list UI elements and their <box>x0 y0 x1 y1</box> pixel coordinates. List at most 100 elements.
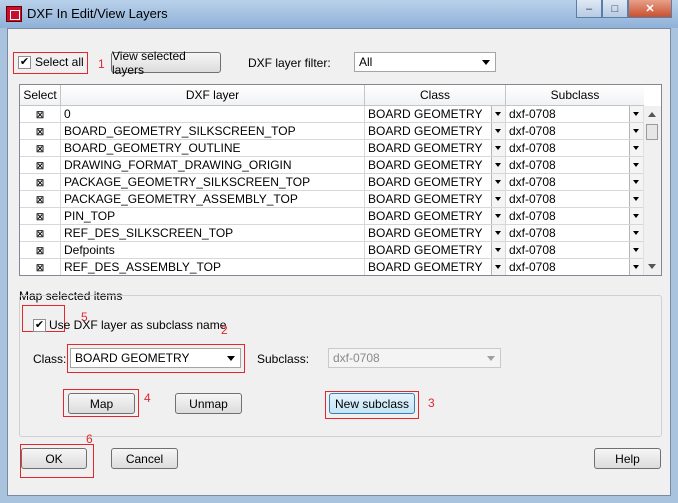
row-select-cell[interactable]: ☒ <box>20 208 61 225</box>
subclass-cell[interactable]: dxf-0708 <box>506 208 644 225</box>
subclass-cell[interactable]: dxf-0708 <box>506 140 644 157</box>
subclass-cell[interactable]: dxf-0708 <box>506 174 644 191</box>
class-select[interactable]: BOARD GEOMETRY <box>70 348 241 368</box>
minimize-icon[interactable]: ‒ <box>576 0 602 18</box>
table-row[interactable]: ☒ Defpoints BOARD GEOMETRY dxf-0708 <box>20 242 650 259</box>
new-subclass-button[interactable]: New subclass <box>329 393 415 414</box>
row-select-cell[interactable]: ☒ <box>20 242 61 259</box>
class-cell[interactable]: BOARD GEOMETRY <box>365 106 506 123</box>
class-cell-value: BOARD GEOMETRY <box>368 209 483 223</box>
scroll-down-icon[interactable] <box>648 264 656 269</box>
row-select-cell[interactable]: ☒ <box>20 157 61 174</box>
subclass-select[interactable]: dxf-0708 <box>328 348 501 368</box>
chevron-down-icon[interactable] <box>629 259 643 275</box>
row-select-cell[interactable]: ☒ <box>20 106 61 123</box>
scroll-up-icon[interactable] <box>648 112 656 117</box>
row-select-checkbox-icon[interactable]: ☒ <box>36 145 45 154</box>
chevron-down-icon[interactable] <box>491 123 505 139</box>
class-cell[interactable]: BOARD GEOMETRY <box>365 140 506 157</box>
ok-button[interactable]: OK <box>21 448 87 469</box>
chevron-down-icon[interactable] <box>629 242 643 258</box>
subclass-cell[interactable]: dxf-0708 <box>506 157 644 174</box>
select-all-checkbox[interactable]: ✔ <box>18 56 31 69</box>
row-select-checkbox-icon[interactable]: ☒ <box>36 213 45 222</box>
chevron-down-icon[interactable] <box>629 140 643 156</box>
class-cell[interactable]: BOARD GEOMETRY <box>365 242 506 259</box>
app-icon <box>6 6 22 22</box>
maximize-icon[interactable]: □ <box>602 0 628 18</box>
cancel-button[interactable]: Cancel <box>111 448 178 469</box>
subclass-cell[interactable]: dxf-0708 <box>506 242 644 259</box>
chevron-down-icon[interactable] <box>629 208 643 224</box>
chevron-down-icon[interactable] <box>629 174 643 190</box>
dxf-layer-cell: PACKAGE_GEOMETRY_SILKSCREEN_TOP <box>61 174 365 191</box>
table-row[interactable]: ☒ BOARD_GEOMETRY_OUTLINE BOARD GEOMETRY dxf… <box>20 140 650 157</box>
view-selected-layers-button[interactable]: View selected layers <box>111 49 221 77</box>
scroll-thumb[interactable] <box>646 124 658 140</box>
column-header-subclass[interactable]: Subclass <box>506 85 644 106</box>
chevron-down-icon[interactable] <box>629 191 643 207</box>
subclass-cell[interactable]: dxf-0708 <box>506 123 644 140</box>
column-header-class[interactable]: Class <box>365 85 506 106</box>
row-select-cell[interactable]: ☒ <box>20 191 61 208</box>
row-select-checkbox-icon[interactable]: ☒ <box>36 162 45 171</box>
dxf-layer-cell: Defpoints <box>61 242 365 259</box>
row-select-checkbox-icon[interactable]: ☒ <box>36 264 45 273</box>
help-button[interactable]: Help <box>594 448 661 469</box>
row-select-checkbox-icon[interactable]: ☒ <box>36 230 45 239</box>
row-select-checkbox-icon[interactable]: ☒ <box>36 128 45 137</box>
subclass-cell[interactable]: dxf-0708 <box>506 259 644 275</box>
table-row[interactable]: ☒ 0 BOARD GEOMETRY dxf-0708 <box>20 106 650 123</box>
chevron-down-icon[interactable] <box>491 174 505 190</box>
subclass-cell[interactable]: dxf-0708 <box>506 225 644 242</box>
chevron-down-icon[interactable] <box>629 225 643 241</box>
chevron-down-icon[interactable] <box>491 157 505 173</box>
table-row[interactable]: ☒ PACKAGE_GEOMETRY_ASSEMBLY_TOP BOARD GEOM… <box>20 191 650 208</box>
row-select-cell[interactable]: ☒ <box>20 123 61 140</box>
chevron-down-icon[interactable] <box>491 191 505 207</box>
chevron-down-icon[interactable] <box>491 259 505 275</box>
chevron-down-icon[interactable] <box>629 106 643 122</box>
chevron-down-icon[interactable] <box>629 157 643 173</box>
row-select-cell[interactable]: ☒ <box>20 259 61 275</box>
row-select-checkbox-icon[interactable]: ☒ <box>36 179 45 188</box>
grid-scrollbar[interactable] <box>643 106 661 275</box>
class-cell[interactable]: BOARD GEOMETRY <box>365 259 506 275</box>
row-select-cell[interactable]: ☒ <box>20 174 61 191</box>
row-select-checkbox-icon[interactable]: ☒ <box>36 247 45 256</box>
unmap-button[interactable]: Unmap <box>175 393 242 414</box>
table-row[interactable]: ☒ REF_DES_SILKSCREEN_TOP BOARD GEOMETRY dxf… <box>20 225 650 242</box>
chevron-down-icon[interactable] <box>491 208 505 224</box>
class-cell[interactable]: BOARD GEOMETRY <box>365 191 506 208</box>
chevron-down-icon[interactable] <box>491 225 505 241</box>
table-row[interactable]: ☒ PACKAGE_GEOMETRY_SILKSCREEN_TOP BOARD GE… <box>20 174 650 191</box>
chevron-down-icon[interactable] <box>629 123 643 139</box>
close-icon[interactable]: ✕ <box>628 0 672 18</box>
column-header-select[interactable]: Select <box>20 85 61 106</box>
row-select-checkbox-icon[interactable]: ☒ <box>36 196 45 205</box>
class-cell[interactable]: BOARD GEOMETRY <box>365 225 506 242</box>
subclass-cell[interactable]: dxf-0708 <box>506 106 644 123</box>
row-select-cell[interactable]: ☒ <box>20 225 61 242</box>
chevron-down-icon[interactable] <box>491 140 505 156</box>
class-cell[interactable]: BOARD GEOMETRY <box>365 157 506 174</box>
class-cell[interactable]: BOARD GEOMETRY <box>365 208 506 225</box>
table-row[interactable]: ☒ REF_DES_ASSEMBLY_TOP BOARD GEOMETRY dxf-0… <box>20 259 650 275</box>
row-select-cell[interactable]: ☒ <box>20 140 61 157</box>
class-cell[interactable]: BOARD GEOMETRY <box>365 123 506 140</box>
annotation-number-3: 3 <box>428 396 435 410</box>
use-dxf-subclass-checkbox[interactable]: ✔ <box>33 319 46 332</box>
row-select-checkbox-icon[interactable]: ☒ <box>36 111 45 120</box>
subclass-label: Subclass: <box>257 352 310 366</box>
class-cell[interactable]: BOARD GEOMETRY <box>365 174 506 191</box>
table-row[interactable]: ☒ BOARD_GEOMETRY_SILKSCREEN_TOP BOARD GEOM… <box>20 123 650 140</box>
dxf-layer-cell: PIN_TOP <box>61 208 365 225</box>
map-button[interactable]: Map <box>68 393 135 414</box>
chevron-down-icon[interactable] <box>491 106 505 122</box>
table-row[interactable]: ☒ PIN_TOP BOARD GEOMETRY dxf-0708 <box>20 208 650 225</box>
subclass-cell[interactable]: dxf-0708 <box>506 191 644 208</box>
table-row[interactable]: ☒ DRAWING_FORMAT_DRAWING_ORIGIN BOARD GEOM… <box>20 157 650 174</box>
chevron-down-icon[interactable] <box>491 242 505 258</box>
dxf-layer-filter-select[interactable]: All <box>354 52 496 72</box>
column-header-dxf-layer[interactable]: DXF layer <box>61 85 365 106</box>
